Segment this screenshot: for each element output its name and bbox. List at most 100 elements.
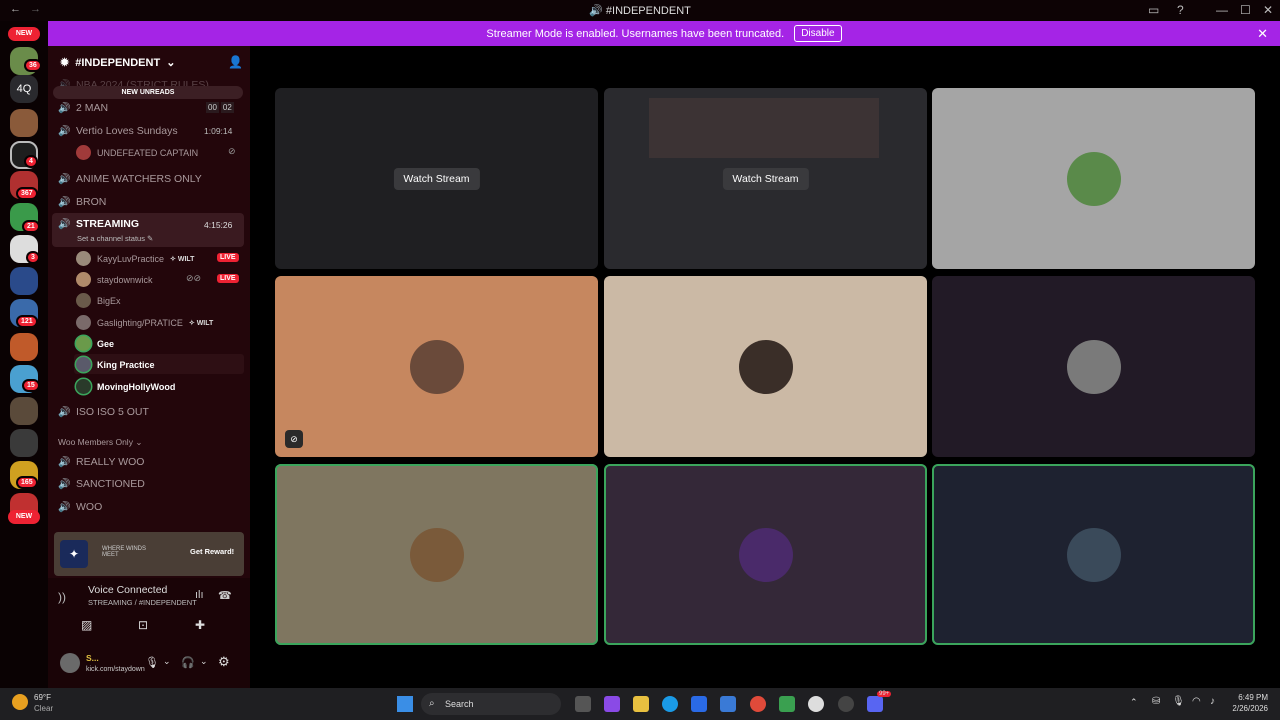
clock-date[interactable]: 2/26/2026 <box>1218 704 1268 713</box>
channel-iso[interactable]: 🔊 ISO ISO 5 OUT <box>58 406 149 418</box>
server-header[interactable]: ✹ #INDEPENDENT ⌄ <box>60 56 176 70</box>
channel-bron[interactable]: 🔊 BRON <box>58 196 106 208</box>
app-icon[interactable] <box>779 696 795 712</box>
stream-tile[interactable]: Watch Stream <box>604 88 927 269</box>
new-unreads-pill[interactable]: NEW UNREADS <box>53 86 243 99</box>
participant-tile[interactable] <box>932 276 1255 457</box>
participant-tile[interactable] <box>604 276 927 457</box>
microphone-icon[interactable]: 🎙 <box>145 656 159 669</box>
voice-member[interactable]: King Practice <box>76 357 155 372</box>
chevron-down-icon[interactable]: ⌄ <box>163 656 171 667</box>
discord-icon[interactable] <box>867 696 883 712</box>
disable-button[interactable]: Disable <box>794 25 842 42</box>
disconnect-icon[interactable]: ☎ <box>218 589 232 602</box>
user-activity: kick.com/staydown <box>86 666 145 673</box>
clock-time[interactable]: 6:49 PM <box>1228 693 1268 702</box>
watch-stream-button[interactable]: Watch Stream <box>393 167 480 190</box>
task-view-icon[interactable] <box>575 696 591 712</box>
camera-off-icon[interactable]: ▨ <box>81 618 92 632</box>
get-reward-button[interactable]: Get Reward! <box>190 547 234 556</box>
channel-woo[interactable]: 🔊 WOO <box>58 501 102 513</box>
chevron-down-icon: ⌄ <box>166 57 176 69</box>
set-channel-status[interactable]: Set a channel status ✎ <box>77 234 153 243</box>
screenshare-icon[interactable]: ⊡ <box>138 618 148 632</box>
participant-avatar <box>738 339 793 394</box>
connection-icon[interactable]: )) <box>58 590 66 604</box>
app-icon[interactable] <box>604 696 620 712</box>
headphones-icon[interactable]: 🎧 <box>181 656 195 669</box>
user-avatar[interactable] <box>60 653 80 673</box>
server-text-icon[interactable]: 4Q <box>10 75 38 103</box>
weather-icon[interactable] <box>12 694 28 710</box>
mic-muted-icon: ⊘ <box>228 146 236 156</box>
store-icon[interactable] <box>691 696 707 712</box>
participant-tile[interactable]: ⊘ <box>275 276 598 457</box>
watch-stream-button[interactable]: Watch Stream <box>722 167 809 190</box>
user-limit-count: 00 <box>206 102 219 113</box>
start-icon[interactable] <box>397 696 413 712</box>
outlook-icon[interactable] <box>720 696 736 712</box>
user-limit-max: 02 <box>220 102 234 113</box>
weather-temp[interactable]: 69°F <box>34 693 51 702</box>
minimize-icon[interactable]: — <box>1216 3 1228 17</box>
avatar <box>76 293 91 308</box>
chevron-down-icon[interactable]: ⌄ <box>200 656 208 667</box>
channel-label: Vertio Loves Sundays <box>76 125 178 137</box>
voice-member[interactable]: Gaslighting/PRATICE ✧ WILT <box>76 315 213 330</box>
edge-icon[interactable] <box>662 696 678 712</box>
server-icon[interactable] <box>10 397 38 425</box>
avatar <box>76 145 91 160</box>
voice-member[interactable]: KayyLuvPractice ✧ WILT <box>76 251 194 266</box>
voice-member[interactable]: Gee <box>76 336 114 351</box>
server-icon[interactable] <box>10 109 38 137</box>
network-icon[interactable]: ⛁ <box>1152 696 1160 707</box>
channel-label: WOO <box>76 501 103 513</box>
participant-tile[interactable] <box>932 88 1255 269</box>
server-list: NEW 36 4Q 4 367 21 3 121 15 165 NEW <box>0 21 48 688</box>
server-icon[interactable] <box>10 333 38 361</box>
channel-sanctioned[interactable]: 🔊 SANCTIONED <box>58 478 145 490</box>
voice-status[interactable]: Voice Connected <box>88 584 167 596</box>
app-icon[interactable] <box>838 696 854 712</box>
search-icon: ⌕ <box>429 698 435 709</box>
wifi-icon[interactable]: ◠ <box>1192 696 1201 707</box>
activities-icon[interactable]: ✚ <box>195 618 205 632</box>
participant-tile[interactable] <box>275 464 598 645</box>
close-window-icon[interactable]: ✕ <box>1263 3 1273 17</box>
channel-anime[interactable]: 🔊 ANIME WATCHERS ONLY <box>58 173 202 185</box>
voice-member[interactable]: BigEx <box>76 293 121 308</box>
channel-really-woo[interactable]: 🔊 REALLY WOO <box>58 456 144 468</box>
invite-user-icon[interactable]: 👤 <box>228 55 243 69</box>
help-icon[interactable]: ? <box>1177 3 1184 17</box>
channel-timer: 4:15:26 <box>204 220 233 230</box>
obs-icon[interactable] <box>808 696 824 712</box>
chevron-up-icon[interactable]: ⌃ <box>1130 697 1138 708</box>
participant-tile[interactable] <box>604 464 927 645</box>
category-header[interactable]: Woo Members Only ⌄ <box>58 437 142 448</box>
voice-member[interactable]: MovingHollyWood <box>76 379 175 394</box>
participant-tile[interactable] <box>932 464 1255 645</box>
voice-member[interactable]: staydownwick <box>76 272 153 287</box>
microphone-icon[interactable]: 🎙 <box>1172 696 1185 707</box>
server-icon[interactable] <box>10 267 38 295</box>
search-box[interactable]: ⌕ Search <box>421 693 561 715</box>
member-name: Gaslighting/PRATICE <box>97 317 183 328</box>
voice-member[interactable]: UNDEFEATED CAPTAIN <box>76 145 198 160</box>
volume-icon[interactable]: ♪ <box>1210 696 1215 707</box>
close-banner-icon[interactable]: ✕ <box>1257 26 1268 42</box>
settings-gear-icon[interactable]: ⚙ <box>218 654 230 670</box>
stream-tile[interactable]: Watch Stream <box>275 88 598 269</box>
channel-2-man[interactable]: 🔊 2 MAN <box>58 102 108 114</box>
voice-location: STREAMING / #INDEPENDENT <box>88 598 197 607</box>
promo-card[interactable]: ✦ WHERE WINDS MEET Get Reward! <box>54 532 244 576</box>
file-explorer-icon[interactable] <box>633 696 649 712</box>
channel-vertio[interactable]: 🔊 Vertio Loves Sundays <box>58 125 178 137</box>
user-name[interactable]: S... <box>86 653 99 663</box>
noise-suppression-icon[interactable]: ılı <box>195 589 204 601</box>
channel-streaming[interactable]: 🔊 STREAMING <box>58 218 139 230</box>
maximize-icon[interactable]: ☐ <box>1240 3 1251 17</box>
channel-label: SANCTIONED <box>76 478 145 490</box>
inbox-icon[interactable]: ▭ <box>1148 3 1159 17</box>
server-icon[interactable] <box>10 429 38 457</box>
chrome-icon[interactable] <box>750 696 766 712</box>
